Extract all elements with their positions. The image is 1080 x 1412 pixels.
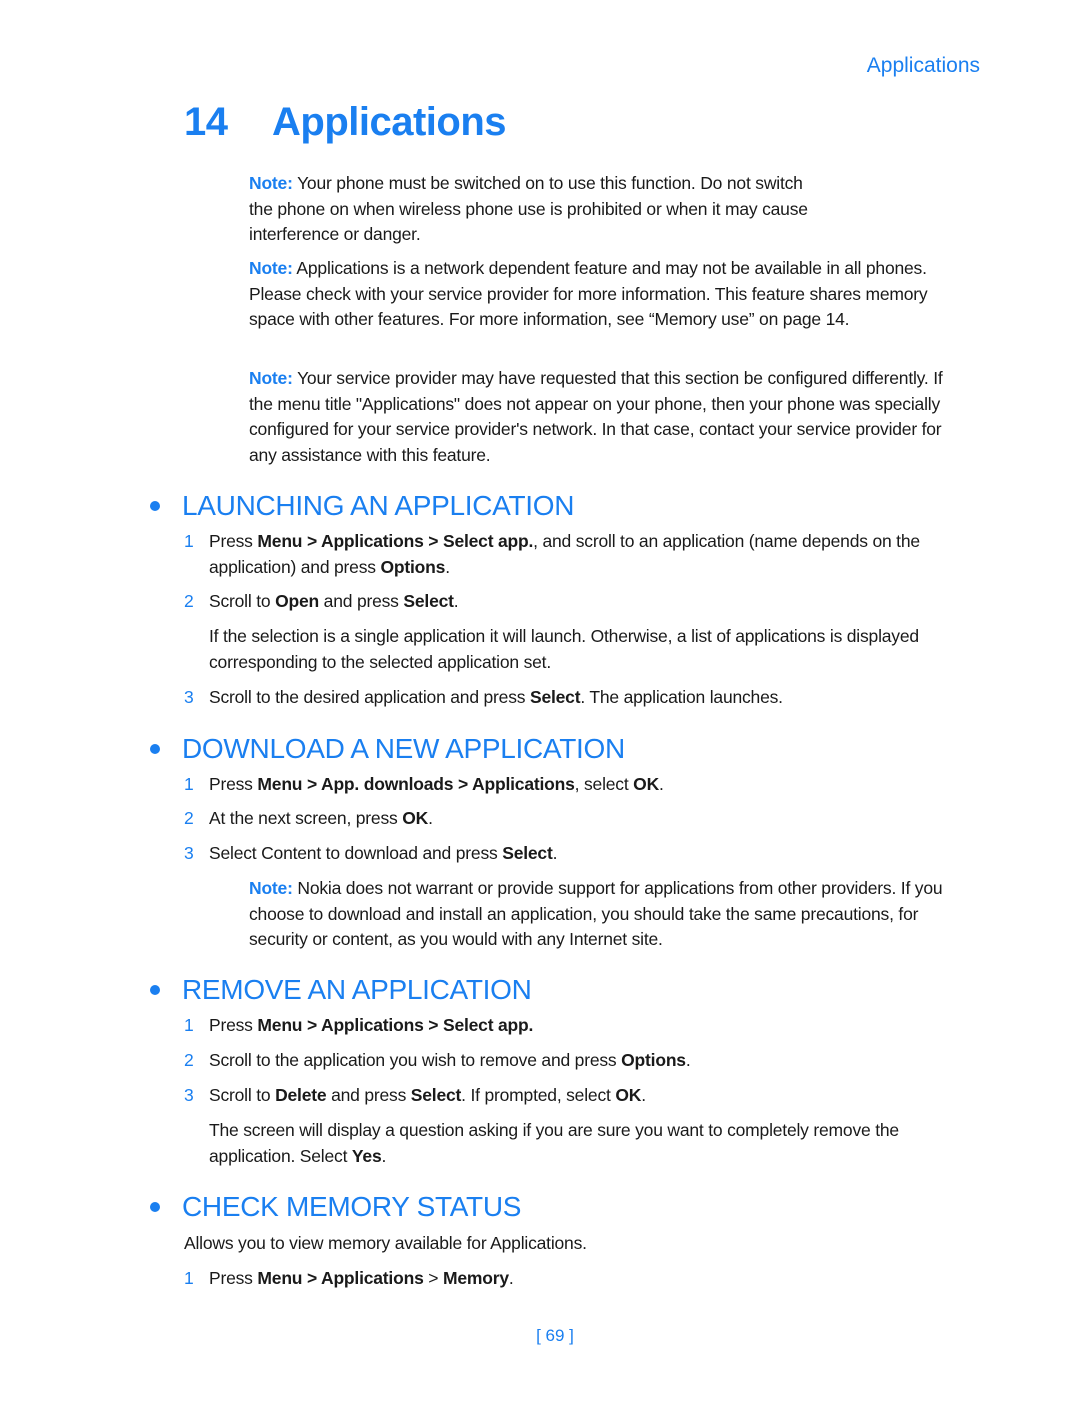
section-heading-text: REMOVE AN APPLICATION [182, 974, 532, 1005]
paragraph: The screen will display a question askin… [209, 1120, 899, 1166]
step-number: 1 [184, 531, 194, 551]
bullet-icon [150, 743, 160, 754]
section-heading-text: CHECK MEMORY STATUS [182, 1191, 522, 1222]
step-number: 3 [184, 843, 194, 863]
note-label: Note: [249, 878, 293, 898]
step-item: 2 Scroll to Open and press Select. [184, 589, 974, 615]
chapter-number: 14 [184, 100, 228, 144]
note-text: Nokia does not warrant or provide suppor… [249, 878, 943, 949]
step-number: 2 [184, 1050, 194, 1070]
step-number: 1 [184, 1015, 194, 1035]
step-text: At the next screen, press OK. [209, 808, 433, 828]
running-head: Applications [866, 54, 980, 77]
step-text: Select Content to download and press Sel… [209, 843, 558, 863]
step-number: 1 [184, 1268, 194, 1288]
step-text: Scroll to Delete and press Select. If pr… [209, 1085, 646, 1105]
bullet-icon [150, 984, 160, 995]
section-heading-remove: REMOVE AN APPLICATION [150, 974, 532, 1006]
step-item: 2 Scroll to the application you wish to r… [184, 1048, 974, 1074]
bullet-icon [150, 1201, 160, 1212]
note-text: Your phone must be switched on to use th… [249, 173, 808, 244]
note-network: Note: Applications is a network dependen… [249, 256, 969, 333]
step-item: 1 Press Menu > Applications > Select app. [184, 1013, 974, 1039]
step-number: 3 [184, 1085, 194, 1105]
step-item: 3 Scroll to the desired application and p… [184, 685, 974, 711]
step-text: Scroll to the desired application and pr… [209, 687, 783, 707]
step-text: Scroll to Open and press Select. [209, 591, 459, 611]
step-item: 1 Press Menu > App. downloads > Applicati… [184, 772, 974, 798]
step-text: Press Menu > Applications > Select app. [209, 1015, 534, 1035]
step-item: 1 Press Menu > Applications > Memory. [184, 1266, 974, 1292]
step-text: Scroll to the application you wish to re… [209, 1050, 691, 1070]
step-number: 1 [184, 774, 194, 794]
section-heading-download: DOWNLOAD A NEW APPLICATION [150, 733, 625, 765]
page-number: [ 69 ] [536, 1326, 574, 1345]
bullet-icon [150, 500, 160, 511]
note-text: Applications is a network dependent feat… [249, 258, 928, 329]
step-text: Press Menu > Applications > Select app.,… [209, 531, 920, 577]
note-label: Note: [249, 173, 293, 193]
note-power: Note: Your phone must be switched on to … [249, 171, 809, 248]
section-heading-text: DOWNLOAD A NEW APPLICATION [182, 733, 625, 764]
note-label: Note: [249, 368, 293, 388]
step-number: 2 [184, 808, 194, 828]
section-heading-launching: LAUNCHING AN APPLICATION [150, 490, 574, 522]
chapter-title: 14 Applications [184, 100, 507, 145]
note-text: Your service provider may have requested… [249, 368, 943, 465]
paragraph: If the selection is a single application… [209, 626, 919, 672]
step-text: Press Menu > Applications > Memory. [209, 1268, 514, 1288]
step-text: Press Menu > App. downloads > Applicatio… [209, 774, 664, 794]
step-number: 2 [184, 591, 194, 611]
step-item: 3 Select Content to download and press Se… [184, 841, 974, 867]
note-nokia-warranty: Note: Nokia does not warrant or provide … [249, 876, 969, 953]
step-item: 3 Scroll to Delete and press Select. If p… [184, 1083, 974, 1109]
paragraph: Allows you to view memory available for … [184, 1233, 587, 1253]
section-heading-memory: CHECK MEMORY STATUS [150, 1191, 521, 1223]
section-heading-text: LAUNCHING AN APPLICATION [182, 490, 575, 521]
note-label: Note: [249, 258, 293, 278]
step-number: 3 [184, 687, 194, 707]
note-provider: Note: Your service provider may have req… [249, 366, 969, 468]
step-item: 1 Press Menu > Applications > Select app.… [184, 529, 974, 580]
chapter-title-text: Applications [272, 100, 507, 144]
step-item: 2 At the next screen, press OK. [184, 806, 974, 832]
